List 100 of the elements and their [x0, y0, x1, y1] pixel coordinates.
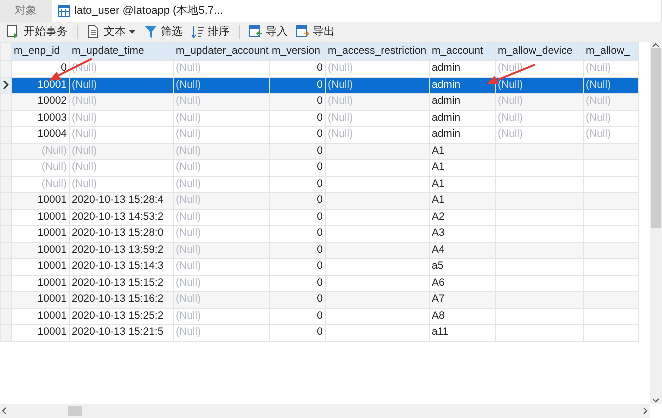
column-header[interactable]: m_allow_device [496, 42, 584, 60]
table-cell: (Null) [174, 126, 270, 143]
table-cell: 10001 [12, 209, 70, 226]
table-cell: 10001 [12, 292, 70, 308]
tab[interactable]: lato_user @latoapp (本地5.7... [52, 0, 662, 22]
table-cell: A1 [430, 160, 496, 176]
table-row[interactable]: 10001 2020-10-13 15:21:5 (Null) 0 a11 [0, 324, 638, 341]
toolbar-button[interactable]: 排序 [188, 24, 233, 40]
table-cell: 2020-10-13 15:28:4 [70, 192, 174, 209]
table-row[interactable]: 10001 2020-10-13 14:53:2 (Null) 0 A2 [0, 209, 638, 226]
sort-icon [191, 25, 205, 39]
table-row[interactable]: 10001 2020-10-13 15:25:2 (Null) 0 A8 [0, 308, 638, 324]
table-cell: 10002 [12, 94, 70, 110]
table-cell: (Null) [70, 94, 174, 110]
table-cell: A8 [430, 308, 496, 324]
table-cell: (Null) [174, 324, 270, 341]
table-row[interactable]: 10001 2020-10-13 15:28:0 (Null) 0 A3 [0, 226, 638, 242]
toolbar-button[interactable]: 开始事务 [4, 24, 71, 40]
table-cell: A2 [430, 209, 496, 226]
table-cell: 2020-10-13 14:53:2 [70, 209, 174, 226]
table-cell: (Null) [584, 60, 638, 77]
table-row[interactable]: (Null) (Null) (Null) 0 A1 [0, 160, 638, 176]
column-header[interactable]: m_updater_account [174, 42, 270, 60]
scrollbar-thumb[interactable] [651, 48, 661, 228]
table-cell: (Null) [496, 110, 584, 126]
table-cell: 0 [270, 242, 326, 258]
table-cell: (Null) [174, 226, 270, 242]
table-cell: (Null) [174, 209, 270, 226]
table-cell: (Null) [496, 77, 584, 94]
chevron-down-icon [652, 398, 660, 404]
table-cell: A4 [430, 242, 496, 258]
table-cell: 0 [270, 60, 326, 77]
row-pointer-icon [3, 80, 9, 89]
column-header[interactable]: m_access_restriction [326, 42, 430, 60]
table-import-icon [249, 25, 263, 39]
table-cell: 0 [270, 308, 326, 324]
table-cell: (Null) [496, 94, 584, 110]
table-cell: 10001 [12, 258, 70, 275]
table-cell: (Null) [174, 94, 270, 110]
table-cell: (Null) [174, 292, 270, 308]
chevron-right-icon [642, 407, 650, 415]
table-cell: a5 [430, 258, 496, 275]
table-cell: (Null) [584, 94, 638, 110]
table-cell: admin [430, 60, 496, 77]
table-cell: (Null) [326, 126, 430, 143]
table-row[interactable]: 10001 2020-10-13 13:59:2 (Null) 0 A4 [0, 242, 638, 258]
table-cell: admin [430, 94, 496, 110]
table-cell: (Null) [70, 126, 174, 143]
scrollbar-thumb[interactable] [68, 406, 82, 416]
toolbar-button[interactable]: 文本 [84, 24, 139, 40]
table-cell: (Null) [174, 258, 270, 275]
table-cell: (Null) [174, 160, 270, 176]
funnel-icon [144, 25, 158, 39]
table-cell: admin [430, 77, 496, 94]
table-row[interactable]: 10002 (Null) (Null) 0 (Null) admin (Null) (Null) [0, 94, 638, 110]
vertical-scrollbar[interactable] [650, 42, 662, 404]
table-row[interactable]: 10001 2020-10-13 15:16:2 (Null) 0 A7 [0, 292, 638, 308]
table-cell: (Null) [326, 60, 430, 77]
toolbar-button[interactable]: 导入 [246, 24, 291, 40]
table-row[interactable]: (Null) (Null) (Null) 0 A1 [0, 143, 638, 160]
table-cell: 0 [270, 126, 326, 143]
table-cell: 10001 [12, 192, 70, 209]
table-cell: 0 [270, 292, 326, 308]
table-cell: admin [430, 110, 496, 126]
table-cell: (Null) [174, 192, 270, 209]
table-row[interactable]: 10001 2020-10-13 15:28:4 (Null) 0 A1 [0, 192, 638, 209]
table-row[interactable]: 10001 2020-10-13 15:14:3 (Null) 0 a5 [0, 258, 638, 275]
table-cell: (Null) [174, 242, 270, 258]
column-header[interactable]: m_enp_id [12, 42, 70, 60]
table-row[interactable]: 10004 (Null) (Null) 0 (Null) admin (Null) (Null) [0, 126, 638, 143]
table-cell: 10004 [12, 126, 70, 143]
table-cell: (Null) [584, 110, 638, 126]
column-header[interactable]: m_allow_ [584, 42, 638, 60]
table-cell: (Null) [174, 143, 270, 160]
tab[interactable]: 对象 [0, 0, 52, 22]
table-cell: 0 [270, 77, 326, 94]
table-cell: 10001 [12, 308, 70, 324]
table-cell: 2020-10-13 13:59:2 [70, 242, 174, 258]
table-row[interactable]: 10003 (Null) (Null) 0 (Null) admin (Null) (Null) [0, 110, 638, 126]
table-cell: A7 [430, 292, 496, 308]
table-cell: (Null) [12, 143, 70, 160]
table-cell: 0 [270, 192, 326, 209]
table-cell: 0 [270, 258, 326, 275]
table-row[interactable]: 10001 (Null) (Null) 0 (Null) admin (Null) (Null) [0, 77, 638, 94]
table-cell: (Null) [12, 160, 70, 176]
table-cell: (Null) [496, 126, 584, 143]
column-header[interactable]: m_version [270, 42, 326, 60]
table-cell: a11 [430, 324, 496, 341]
table-cell: 10003 [12, 110, 70, 126]
table-cell: (Null) [326, 110, 430, 126]
table-cell: A3 [430, 226, 496, 242]
column-header[interactable]: m_account [430, 42, 496, 60]
table-cell: 2020-10-13 15:21:5 [70, 324, 174, 341]
table-cell: (Null) [70, 110, 174, 126]
toolbar-button[interactable]: 导出 [293, 24, 338, 40]
toolbar-button[interactable]: 筛选 [141, 24, 186, 40]
table-cell: (Null) [70, 160, 174, 176]
table-cell: 10001 [12, 324, 70, 341]
column-header[interactable]: m_update_time [70, 42, 174, 60]
table-cell: 0 [270, 324, 326, 341]
